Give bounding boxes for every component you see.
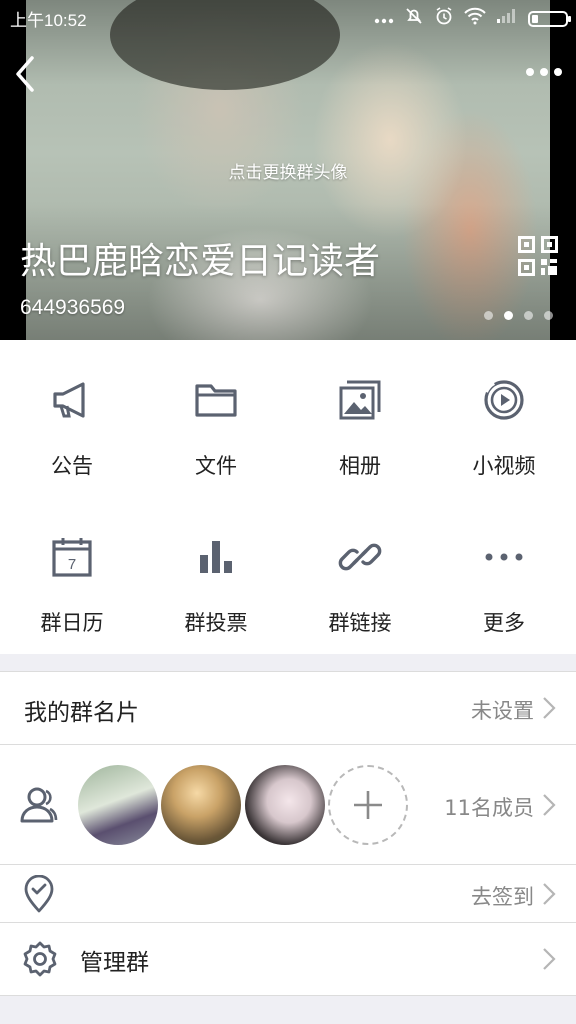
page-dot <box>544 311 553 320</box>
more-dots-icon <box>526 68 562 76</box>
feature-more[interactable]: 更多 <box>432 497 576 654</box>
folder-icon <box>195 384 237 417</box>
manage-group-title: 管理群 <box>80 950 149 976</box>
check-in-row[interactable]: 去签到 <box>0 865 576 923</box>
chevron-right-icon <box>543 697 556 719</box>
divider <box>0 995 576 996</box>
avatar[interactable] <box>78 765 158 845</box>
link-icon <box>338 543 382 571</box>
more-dots-icon <box>485 553 523 561</box>
check-in-label: 去签到 <box>471 885 534 909</box>
feature-short-video[interactable]: 小视频 <box>432 340 576 497</box>
feature-album[interactable]: 相册 <box>288 340 432 497</box>
status-icons <box>374 6 571 31</box>
avatar[interactable] <box>161 765 241 845</box>
bar-chart-icon <box>200 541 232 573</box>
manage-group-row[interactable]: 管理群 <box>0 923 576 996</box>
gear-icon <box>23 941 57 977</box>
feature-calendar[interactable]: 7 群日历 <box>0 497 144 654</box>
signal-icon <box>496 8 518 29</box>
feature-label: 公告 <box>51 454 93 478</box>
cover-page-indicator <box>484 311 553 320</box>
calendar-day: 7 <box>68 556 76 573</box>
members-row[interactable]: 11名成员 <box>0 745 576 865</box>
feature-grid: 公告 文件 相册 小视频 7 群日历 群投票 群链接 更多 <box>0 340 576 654</box>
member-count: 11名成员 <box>444 796 534 820</box>
plus-icon <box>354 791 382 819</box>
feature-label: 更多 <box>483 611 525 635</box>
page-dot <box>484 311 493 320</box>
chevron-right-icon <box>543 948 556 970</box>
battery-icon <box>528 10 571 27</box>
change-avatar-hint[interactable]: 点击更换群头像 <box>0 158 576 183</box>
status-bar: 上午10:52 <box>0 0 576 34</box>
add-member-button[interactable] <box>328 765 408 845</box>
back-arrow-icon <box>16 56 34 92</box>
my-group-card-row[interactable]: 我的群名片 未设置 <box>0 671 576 745</box>
members-icon <box>20 787 58 823</box>
megaphone-icon <box>53 382 85 418</box>
my-group-card-value: 未设置 <box>471 699 534 723</box>
feature-announcement[interactable]: 公告 <box>0 340 144 497</box>
status-time: 上午10:52 <box>10 11 87 30</box>
photo-album-icon <box>339 380 381 420</box>
qr-code-button[interactable] <box>518 236 558 276</box>
avatar[interactable] <box>245 765 325 845</box>
group-id: 644936569 <box>20 296 126 319</box>
divider <box>0 671 576 672</box>
feature-label: 文件 <box>195 454 237 478</box>
group-name: 热巴鹿晗恋爱日记读者 <box>20 241 381 282</box>
chevron-right-icon <box>543 883 556 905</box>
feature-vote[interactable]: 群投票 <box>144 497 288 654</box>
feature-label: 群链接 <box>328 611 392 635</box>
feature-label: 小视频 <box>472 454 536 478</box>
wifi-icon <box>464 7 486 30</box>
calendar-icon: 7 <box>52 538 92 577</box>
my-group-card-title: 我的群名片 <box>24 700 139 726</box>
more-notifications-icon <box>374 9 394 29</box>
location-check-icon <box>24 875 54 913</box>
mute-icon <box>404 6 424 31</box>
page-dot <box>524 311 533 320</box>
alarm-icon <box>434 6 454 31</box>
chevron-right-icon <box>543 794 556 816</box>
page-dot-active <box>504 311 513 320</box>
feature-files[interactable]: 文件 <box>144 340 288 497</box>
feature-label: 群投票 <box>184 611 248 635</box>
feature-link[interactable]: 群链接 <box>288 497 432 654</box>
video-play-icon <box>484 380 524 420</box>
qr-code-icon <box>518 236 558 276</box>
feature-label: 相册 <box>339 454 381 478</box>
feature-label: 群日历 <box>40 611 104 635</box>
back-button[interactable] <box>10 54 46 94</box>
more-options-button[interactable] <box>524 60 564 84</box>
